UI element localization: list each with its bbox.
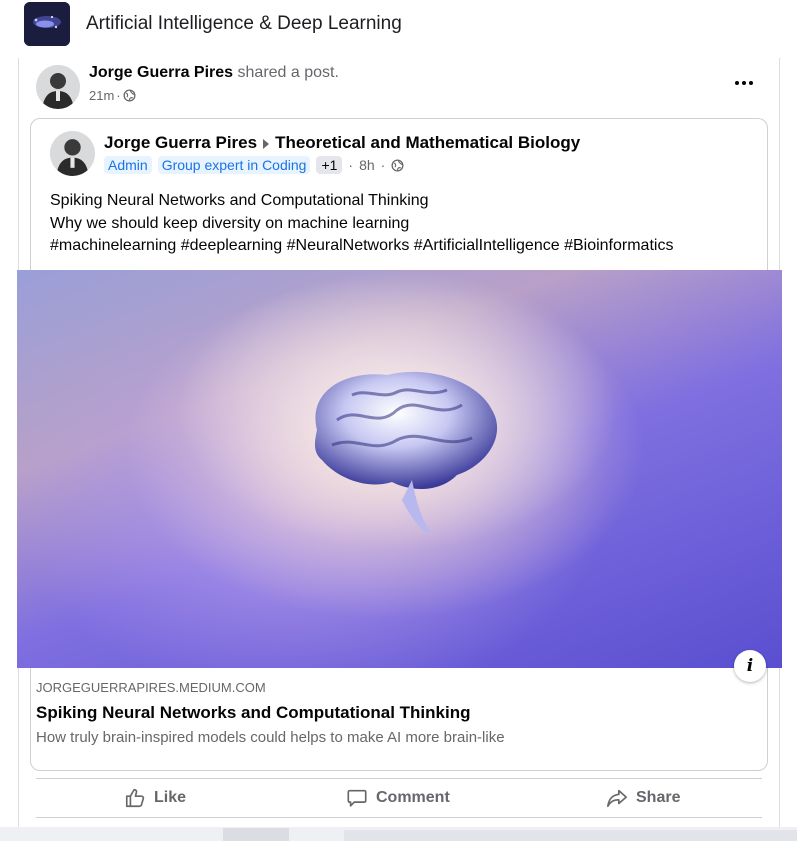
author-line: Jorge Guerra Pires Theoretical and Mathe… (104, 133, 580, 153)
next-post-peek-block (344, 830, 797, 841)
thumbs-up-icon (125, 788, 145, 808)
globe-icon (391, 158, 404, 172)
group-thumbnail[interactable] (24, 2, 70, 46)
link-preview-image[interactable] (17, 270, 782, 668)
expert-badge[interactable]: Group expert in Coding (157, 156, 311, 174)
brain-illustration (177, 270, 617, 550)
share-action-text: shared a post. (237, 64, 339, 81)
meta-separator: · (348, 157, 354, 173)
post-text-line: Spiking Neural Networks and Computationa… (50, 192, 429, 209)
more-dot-icon (749, 81, 753, 85)
divider (36, 817, 762, 818)
comment-label: Comment (376, 789, 450, 806)
more-options-button[interactable] (728, 70, 760, 96)
sharer-avatar[interactable] (36, 65, 80, 109)
sharer-name[interactable]: Jorge Guerra Pires (89, 64, 233, 81)
share-button[interactable]: Share (606, 782, 680, 814)
more-dot-icon (735, 81, 739, 85)
meta-separator: · (380, 157, 386, 173)
like-label: Like (154, 789, 187, 806)
link-description[interactable]: How truly brain-inspired models could he… (36, 729, 505, 746)
more-badges-count[interactable]: +1 (316, 156, 343, 174)
triangle-right-icon (263, 138, 270, 149)
meta-separator: · (116, 88, 121, 103)
hashtags[interactable]: #machinelearning #deeplearning #NeuralNe… (50, 235, 673, 258)
author-avatar[interactable] (50, 131, 95, 176)
globe-icon (123, 89, 136, 102)
share-arrow-icon (607, 789, 627, 808)
shared-post-time[interactable]: 8h (359, 157, 375, 173)
post-time[interactable]: 21m (89, 88, 114, 103)
next-post-peek-block (223, 828, 289, 841)
source-group-name[interactable]: Theoretical and Mathematical Biology (275, 133, 580, 153)
post-meta: 21m · (89, 88, 136, 103)
group-thumbnail-image (24, 2, 70, 46)
comment-button[interactable]: Comment (346, 782, 450, 814)
link-domain[interactable]: JORGEGUERRAPIRES.MEDIUM.COM (36, 680, 266, 695)
like-button[interactable]: Like (124, 782, 186, 814)
author-name[interactable]: Jorge Guerra Pires (104, 133, 257, 153)
link-title[interactable]: Spiking Neural Networks and Computationa… (36, 703, 470, 723)
comment-icon (347, 789, 367, 807)
admin-badge[interactable]: Admin (104, 156, 152, 174)
sharer-line: Jorge Guerra Pires shared a post. (89, 64, 339, 82)
share-label: Share (636, 789, 681, 806)
sharer-avatar-image (36, 65, 80, 109)
group-title[interactable]: Artificial Intelligence & Deep Learning (86, 13, 402, 35)
author-avatar-image (50, 131, 95, 176)
info-button[interactable]: i (734, 650, 766, 682)
divider (36, 778, 762, 779)
more-dot-icon (742, 81, 746, 85)
post-text-line: Why we should keep diversity on machine … (50, 214, 410, 232)
author-meta: Admin Group expert in Coding +1 · 8h · (104, 156, 404, 174)
post-text: Spiking Neural Networks and Computationa… (50, 190, 673, 258)
